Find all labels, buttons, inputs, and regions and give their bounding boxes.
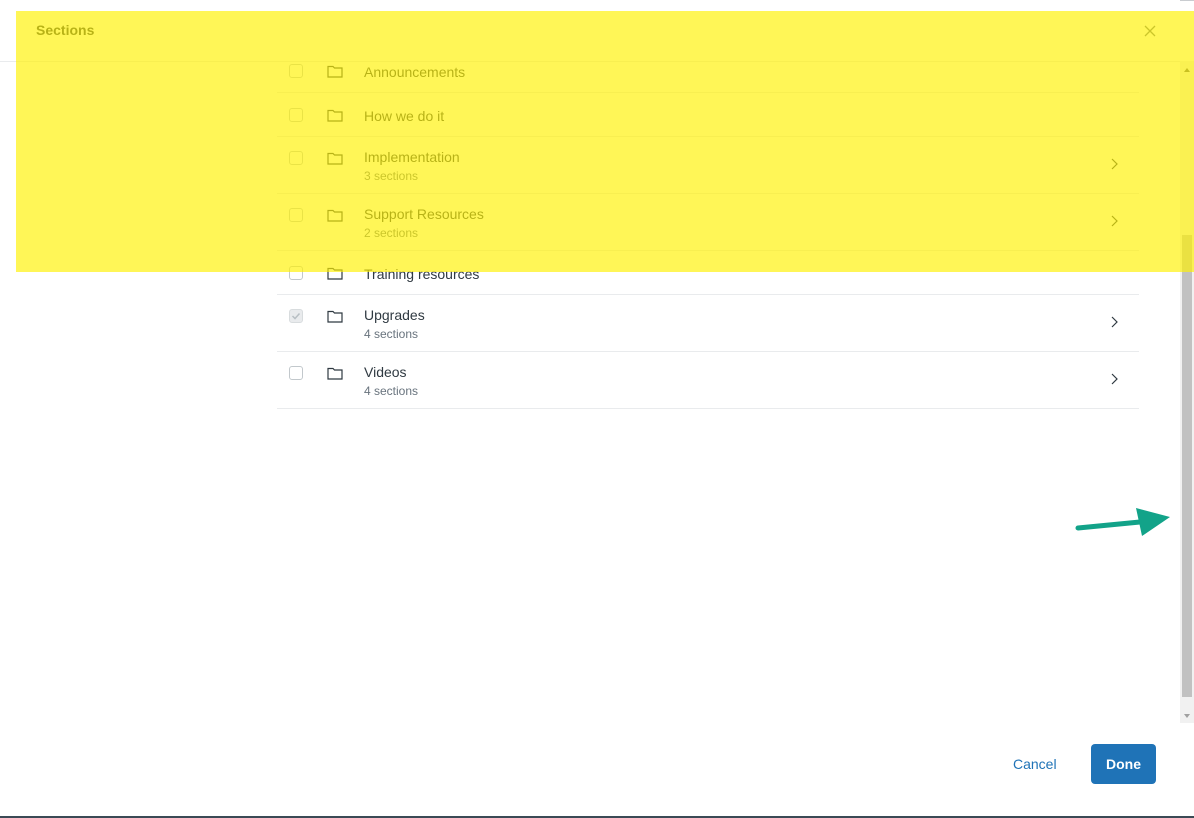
vertical-scrollbar[interactable] — [1180, 61, 1194, 723]
section-checkbox[interactable] — [289, 64, 303, 78]
section-row-videos[interactable]: Videos 4 sections — [277, 352, 1139, 409]
scrollbar-thumb[interactable] — [1182, 235, 1192, 697]
section-label: How we do it — [364, 108, 445, 124]
section-row-how-we-do-it[interactable]: How we do it — [277, 93, 1139, 137]
scroll-up-arrow-icon[interactable] — [1180, 63, 1194, 77]
section-label: Training resources — [364, 266, 480, 282]
section-row-upgrades[interactable]: Upgrades 4 sections — [277, 295, 1139, 352]
section-label: Support Resources — [364, 206, 484, 222]
folder-icon — [327, 152, 343, 165]
section-count: 3 sections — [364, 169, 419, 183]
modal-title: Sections — [36, 22, 95, 38]
section-row-support-resources[interactable]: Support Resources 2 sections — [277, 194, 1139, 251]
section-row-implementation[interactable]: Implementation 3 sections — [277, 137, 1139, 194]
section-label: Implementation — [364, 149, 460, 165]
section-checkbox[interactable] — [289, 208, 303, 222]
section-label: Upgrades — [364, 307, 425, 323]
chevron-right-icon[interactable] — [1109, 315, 1119, 329]
folder-icon — [327, 367, 343, 380]
section-label: Videos — [364, 364, 407, 380]
folder-icon — [327, 310, 343, 323]
green-arrow-annotation-icon — [1075, 508, 1170, 536]
section-list: Announcements How we do it Implementatio… — [277, 49, 1139, 409]
section-row-announcements[interactable]: Announcements — [277, 49, 1139, 93]
chevron-right-icon[interactable] — [1109, 372, 1119, 386]
close-icon[interactable] — [1139, 20, 1161, 42]
chevron-right-icon[interactable] — [1109, 214, 1119, 228]
folder-icon — [327, 65, 343, 78]
folder-icon — [327, 109, 343, 122]
section-count: 2 sections — [364, 226, 419, 240]
folder-icon — [327, 267, 343, 280]
done-button[interactable]: Done — [1091, 744, 1156, 784]
cancel-button[interactable]: Cancel — [1013, 756, 1057, 772]
scroll-down-arrow-icon[interactable] — [1180, 709, 1194, 723]
section-count: 4 sections — [364, 384, 419, 398]
folder-icon — [327, 209, 343, 222]
section-checkbox[interactable] — [289, 266, 303, 280]
section-checkbox-checked[interactable] — [289, 309, 303, 323]
section-checkbox[interactable] — [289, 366, 303, 380]
section-count: 4 sections — [364, 327, 419, 341]
check-icon — [291, 312, 301, 320]
section-checkbox[interactable] — [289, 108, 303, 122]
chevron-right-icon[interactable] — [1109, 157, 1119, 171]
section-checkbox[interactable] — [289, 151, 303, 165]
sections-modal: Sections Announcements How we do it Impl… — [0, 0, 1194, 818]
section-row-training-resources[interactable]: Training resources — [277, 251, 1139, 295]
section-label: Announcements — [364, 64, 466, 80]
